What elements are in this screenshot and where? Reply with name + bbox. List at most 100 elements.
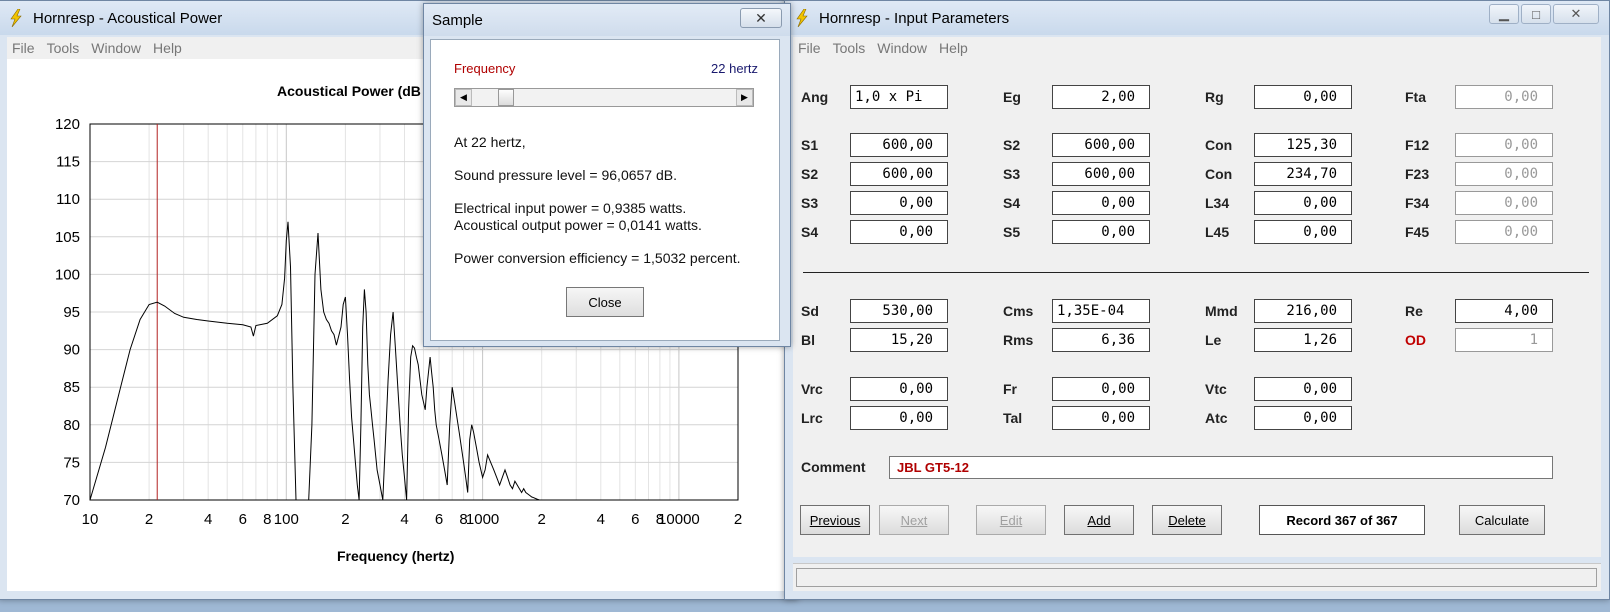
x-tick-label: 1000 <box>466 511 499 528</box>
x-tick-label: 6 <box>631 511 639 528</box>
y-tick-label: 75 <box>63 454 80 471</box>
fta-field[interactable]: 0,00 <box>1455 85 1553 109</box>
rms-field[interactable]: 6,36 <box>1052 328 1150 352</box>
comment-field[interactable]: JBL GT5-12 <box>889 456 1553 479</box>
od-field[interactable]: 1 <box>1455 328 1553 352</box>
od-label: OD <box>1405 332 1426 348</box>
f34-field[interactable]: 0,00 <box>1455 191 1553 215</box>
x-axis-label: Frequency (hertz) <box>337 548 454 564</box>
con-field[interactable]: 234,70 <box>1254 162 1352 186</box>
con-label: Con <box>1205 137 1233 153</box>
re-label: Re <box>1405 303 1423 319</box>
add-button[interactable]: Add <box>1064 505 1134 535</box>
s3-field[interactable]: 0,00 <box>850 191 948 215</box>
s5-field[interactable]: 0,00 <box>1052 220 1150 244</box>
s3-label: S3 <box>1003 166 1021 182</box>
x-tick-label: 2 <box>341 511 349 528</box>
menu-file[interactable]: File <box>793 40 826 56</box>
l45-field[interactable]: 0,00 <box>1254 220 1352 244</box>
status-bar <box>793 563 1601 591</box>
sd-field[interactable]: 530,00 <box>850 299 948 323</box>
dialog-close-icon[interactable]: ✕ <box>740 8 782 28</box>
s4-field[interactable]: 0,00 <box>1052 191 1150 215</box>
minimize-button[interactable]: ▁ <box>1489 4 1519 24</box>
s3-label: S3 <box>801 195 819 211</box>
edit-button[interactable]: Edit <box>976 505 1046 535</box>
bl-field[interactable]: 15,20 <box>850 328 948 352</box>
x-tick-label: 10 <box>82 511 99 528</box>
y-tick-label: 120 <box>55 116 80 133</box>
chart-title: Acoustical Power (dB <box>277 83 421 99</box>
previous-button[interactable]: Previous <box>800 505 870 535</box>
menu-help[interactable]: Help <box>148 40 187 56</box>
menu-window[interactable]: Window <box>86 40 146 56</box>
vrc-field[interactable]: 0,00 <box>850 377 948 401</box>
sample-dialog-titlebar[interactable]: Sample <box>424 4 790 36</box>
slider-left-arrow-icon[interactable]: ◀ <box>455 89 472 106</box>
le-field[interactable]: 1,26 <box>1254 328 1352 352</box>
x-tick-label: 10000 <box>658 511 700 528</box>
s2-field[interactable]: 600,00 <box>1052 133 1150 157</box>
f45-label: F45 <box>1405 224 1430 240</box>
rg-field[interactable]: 0,00 <box>1254 85 1352 109</box>
result-input-power-line: Electrical input power = 0,9385 watts. <box>454 200 687 216</box>
mmd-field[interactable]: 216,00 <box>1254 299 1352 323</box>
f23-field[interactable]: 0,00 <box>1455 162 1553 186</box>
next-button[interactable]: Next <box>879 505 949 535</box>
menu-file[interactable]: File <box>7 40 40 56</box>
x-tick-label: 6 <box>239 511 247 528</box>
menu-tools[interactable]: Tools <box>42 40 85 56</box>
tal-field[interactable]: 0,00 <box>1052 406 1150 430</box>
atc-field[interactable]: 0,00 <box>1254 406 1352 430</box>
slider-right-arrow-icon[interactable]: ▶ <box>736 89 753 106</box>
y-tick-label: 115 <box>56 154 80 171</box>
con-field[interactable]: 125,30 <box>1254 133 1352 157</box>
ang-field[interactable]: 1,0 x Pi <box>850 85 948 109</box>
comment-label: Comment <box>801 459 866 475</box>
close-button[interactable]: Close <box>566 287 644 317</box>
input-window-titlebar[interactable]: Hornresp - Input Parameters <box>785 1 1609 35</box>
y-tick-label: 95 <box>63 304 80 321</box>
s3-field[interactable]: 600,00 <box>1052 162 1150 186</box>
vtc-label: Vtc <box>1205 381 1227 397</box>
s2-label: S2 <box>801 166 819 182</box>
menu-tools[interactable]: Tools <box>828 40 871 56</box>
x-tick-label: 100 <box>274 511 299 528</box>
mmd-label: Mmd <box>1205 303 1238 319</box>
s4-label: S4 <box>1003 195 1021 211</box>
record-indicator: Record 367 of 367 <box>1259 505 1425 535</box>
f12-field[interactable]: 0,00 <box>1455 133 1553 157</box>
vtc-field[interactable]: 0,00 <box>1254 377 1352 401</box>
rg-label: Rg <box>1205 89 1224 105</box>
cms-field[interactable]: 1,35E-04 <box>1052 299 1150 323</box>
window-controls: ▁ □ ✕ <box>1489 4 1599 24</box>
fr-field[interactable]: 0,00 <box>1052 377 1150 401</box>
re-field[interactable]: 4,00 <box>1455 299 1553 323</box>
s2-field[interactable]: 600,00 <box>850 162 948 186</box>
next-button-label: Next <box>900 512 928 528</box>
calculate-button[interactable]: Calculate <box>1459 505 1545 535</box>
delete-button[interactable]: Delete <box>1152 505 1222 535</box>
s1-field[interactable]: 600,00 <box>850 133 948 157</box>
lrc-field[interactable]: 0,00 <box>850 406 948 430</box>
maximize-button[interactable]: □ <box>1521 4 1551 24</box>
result-spl-line: Sound pressure level = 96,0657 dB. <box>454 167 677 183</box>
menu-window[interactable]: Window <box>872 40 932 56</box>
l34-field[interactable]: 0,00 <box>1254 191 1352 215</box>
eg-field[interactable]: 2,00 <box>1052 85 1150 109</box>
s4-field[interactable]: 0,00 <box>850 220 948 244</box>
sample-dialog-title: Sample <box>432 11 483 29</box>
atc-label: Atc <box>1205 410 1228 426</box>
f45-field[interactable]: 0,00 <box>1455 220 1553 244</box>
frequency-slider[interactable]: ◀ ▶ <box>454 88 754 107</box>
y-tick-label: 110 <box>56 191 80 208</box>
s2-label: S2 <box>1003 137 1021 153</box>
slider-thumb[interactable] <box>497 89 514 106</box>
menu-help[interactable]: Help <box>934 40 973 56</box>
le-label: Le <box>1205 332 1222 348</box>
l34-label: L34 <box>1205 195 1230 211</box>
close-window-button[interactable]: ✕ <box>1553 4 1599 24</box>
x-tick-label: 4 <box>400 511 408 528</box>
x-tick-label: 4 <box>204 511 212 528</box>
rms-label: Rms <box>1003 332 1034 348</box>
